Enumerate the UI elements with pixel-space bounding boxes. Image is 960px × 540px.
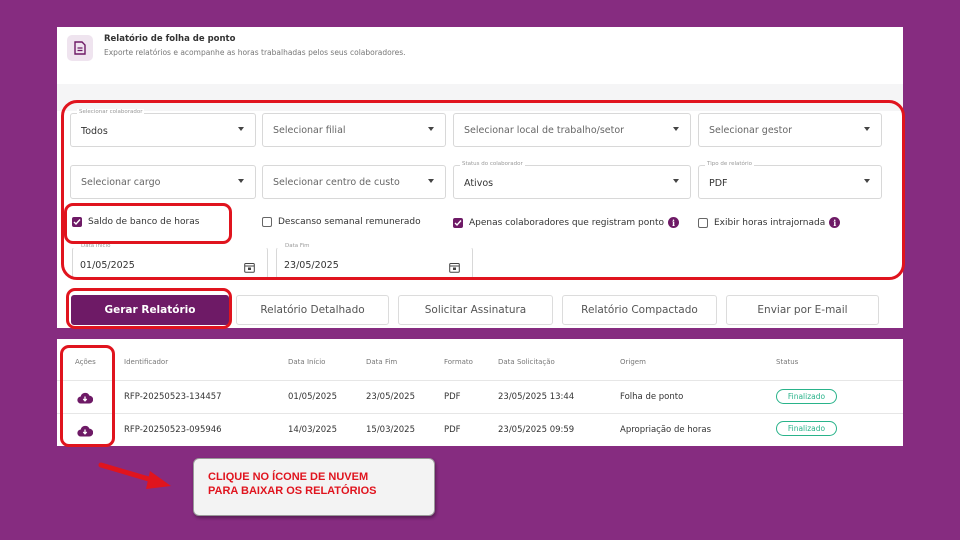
- data-fim-field[interactable]: Data Fim 23/05/2025: [276, 243, 473, 279]
- chevron-down-icon: [673, 127, 679, 131]
- descanso-checkbox[interactable]: Descanso semanal remunerado: [262, 217, 421, 227]
- checkbox-checked-icon: [72, 217, 82, 227]
- callout-line-1: CLIQUE NO ÍCONE DE NUVEM: [208, 471, 369, 483]
- chevron-down-icon: [673, 179, 679, 183]
- cell-data-inicio: 01/05/2025: [288, 392, 337, 402]
- cell-formato: PDF: [444, 425, 461, 435]
- status-select[interactable]: Status do colaborador Ativos: [453, 161, 691, 199]
- data-fim-label: Data Fim: [283, 243, 312, 249]
- intrajornada-label: Exibir horas intrajornada: [714, 217, 826, 228]
- cargo-placeholder: Selecionar cargo: [81, 177, 161, 188]
- banco-horas-checkbox[interactable]: Saldo de banco de horas: [72, 217, 199, 227]
- tipo-relatorio-select[interactable]: Tipo de relatório PDF: [698, 161, 882, 199]
- gerar-relatorio-button[interactable]: Gerar Relatório: [71, 295, 229, 325]
- chevron-down-icon: [864, 127, 870, 131]
- tipo-relatorio-value: PDF: [709, 178, 728, 189]
- gestor-select[interactable]: Selecionar gestor: [698, 113, 882, 147]
- cargo-select[interactable]: Selecionar cargo: [70, 165, 256, 199]
- colaborador-value: Todos: [81, 126, 108, 137]
- page-subtitle: Exporte relatórios e acompanhe as horas …: [104, 48, 406, 57]
- gestor-placeholder: Selecionar gestor: [709, 125, 793, 136]
- cloud-download-icon[interactable]: [77, 389, 94, 408]
- section-divider: [57, 84, 903, 111]
- arrow-right-icon: [98, 462, 171, 489]
- page-title: Relatório de folha de ponto: [104, 34, 236, 44]
- column-header-identificador: Identificador: [124, 358, 169, 366]
- column-header-origem: Origem: [620, 358, 646, 366]
- centro-custo-placeholder: Selecionar centro de custo: [273, 177, 400, 188]
- relatorio-compactado-button[interactable]: Relatório Compactado: [562, 295, 717, 325]
- chevron-down-icon: [428, 179, 434, 183]
- page-header: Relatório de folha de ponto Exporte rela…: [57, 27, 903, 84]
- banco-horas-label: Saldo de banco de horas: [88, 217, 200, 227]
- cell-origem: Apropriação de horas: [620, 425, 712, 435]
- filial-select[interactable]: Selecionar filial: [262, 113, 446, 147]
- data-fim-value: 23/05/2025: [284, 260, 339, 271]
- instruction-callout: CLIQUE NO ÍCONE DE NUVEM PARA BAIXAR OS …: [193, 458, 435, 516]
- registram-ponto-checkbox[interactable]: Apenas colaboradores que registram ponto…: [453, 217, 679, 228]
- calendar-icon[interactable]: [244, 258, 255, 277]
- checkbox-checked-icon: [453, 217, 463, 228]
- cell-formato: PDF: [444, 392, 461, 402]
- filial-placeholder: Selecionar filial: [273, 125, 346, 136]
- column-header-data-fim: Data Fim: [366, 358, 398, 366]
- cell-data-inicio: 14/03/2025: [288, 425, 337, 435]
- local-placeholder: Selecionar local de trabalho/setor: [464, 125, 625, 136]
- data-inicio-field[interactable]: Data Início 01/05/2025: [72, 243, 268, 279]
- column-header-acoes: Ações: [75, 358, 96, 366]
- descanso-label: Descanso semanal remunerado: [278, 217, 421, 227]
- info-icon[interactable]: i: [829, 217, 841, 228]
- column-header-status: Status: [776, 358, 799, 366]
- local-select[interactable]: Selecionar local de trabalho/setor: [453, 113, 691, 147]
- column-header-data-inicio: Data Início: [288, 358, 326, 366]
- colaborador-label: Selecionar colaborador: [77, 109, 145, 115]
- cloud-download-icon[interactable]: [77, 422, 94, 441]
- chevron-down-icon: [238, 127, 244, 131]
- status-badge: Finalizado: [776, 421, 837, 436]
- tipo-relatorio-label: Tipo de relatório: [705, 161, 755, 167]
- centro-custo-select[interactable]: Selecionar centro de custo: [262, 165, 446, 199]
- intrajornada-checkbox[interactable]: Exibir horas intrajornada i: [698, 217, 841, 228]
- cell-data-fim: 15/03/2025: [366, 425, 415, 435]
- table-divider: [57, 380, 903, 381]
- cell-origem: Folha de ponto: [620, 392, 684, 402]
- table-divider: [57, 413, 903, 414]
- cell-data-fim: 23/05/2025: [366, 392, 415, 402]
- chevron-down-icon: [238, 179, 244, 183]
- column-header-formato: Formato: [444, 358, 473, 366]
- cell-identificador: RFP-20250523-134457: [124, 392, 222, 402]
- document-icon: [67, 35, 93, 61]
- callout-line-2: PARA BAIXAR OS RELATÓRIOS: [208, 485, 377, 497]
- solicitar-assinatura-button[interactable]: Solicitar Assinatura: [398, 295, 553, 325]
- cell-data-solicitacao: 23/05/2025 13:44: [498, 392, 575, 402]
- chevron-down-icon: [428, 127, 434, 131]
- status-value: Ativos: [464, 178, 494, 189]
- column-header-data-solicitacao: Data Solicitação: [498, 358, 555, 366]
- info-icon[interactable]: i: [667, 217, 679, 228]
- data-inicio-value: 01/05/2025: [80, 260, 135, 271]
- calendar-icon[interactable]: [449, 258, 460, 277]
- status-badge: Finalizado: [776, 389, 837, 404]
- relatorio-detalhado-button[interactable]: Relatório Detalhado: [236, 295, 389, 325]
- registram-ponto-label: Apenas colaboradores que registram ponto: [469, 217, 664, 228]
- checkbox-unchecked-icon: [698, 217, 708, 228]
- status-label: Status do colaborador: [460, 161, 525, 167]
- chevron-down-icon: [864, 179, 870, 183]
- colaborador-select[interactable]: Selecionar colaborador Todos: [70, 109, 256, 147]
- cell-data-solicitacao: 23/05/2025 09:59: [498, 425, 575, 435]
- checkbox-unchecked-icon: [262, 217, 272, 227]
- data-inicio-label: Data Início: [79, 243, 113, 249]
- cell-identificador: RFP-20250523-095946: [124, 425, 222, 435]
- enviar-email-button[interactable]: Enviar por E-mail: [726, 295, 879, 325]
